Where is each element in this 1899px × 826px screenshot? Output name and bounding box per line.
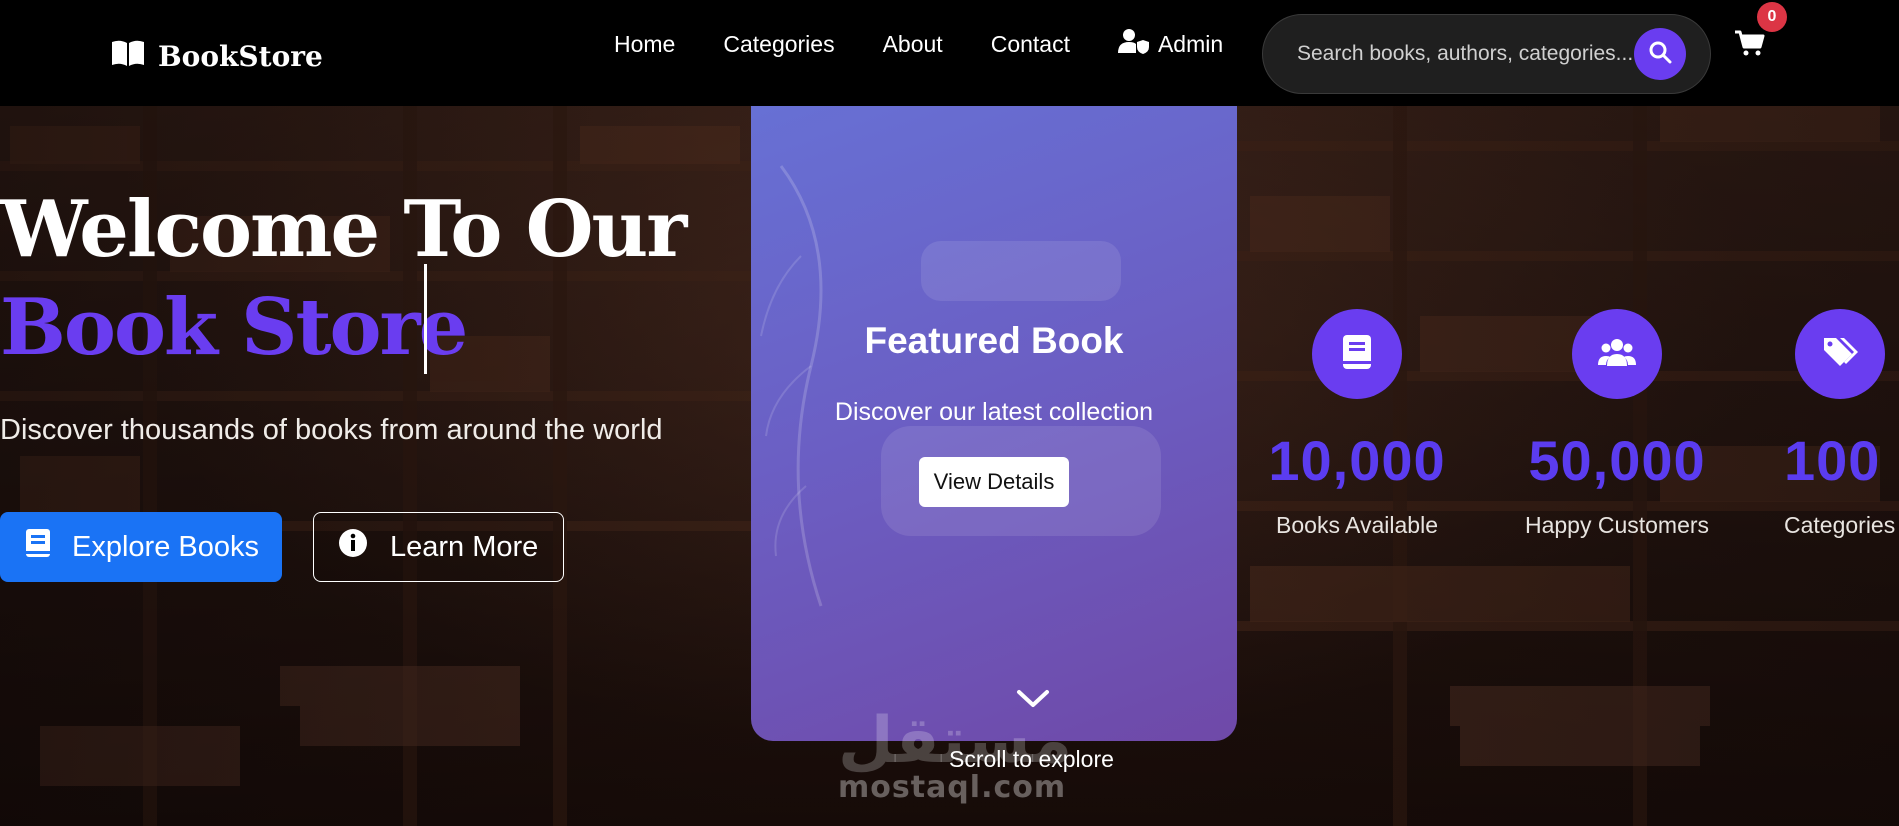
stat-books-label: Books Available [1276,512,1438,538]
nav-admin[interactable]: Admin [1117,28,1224,60]
learn-more-label: Learn More [390,530,539,563]
admin-label: Admin [1157,30,1224,57]
stat-categories-value: 100 [1784,429,1881,492]
scroll-to-explore: Scroll to explore [949,746,1114,772]
stat-customers-value: 50,000 [1528,429,1706,492]
typing-cursor [424,264,427,374]
info-circle-icon [338,528,368,566]
book-icon [24,527,52,567]
hero-title-highlight: Book Store [0,282,468,373]
stat-categories-label: Categories [1784,512,1896,538]
open-book-icon [110,38,146,75]
nav-home[interactable]: Home [614,31,675,58]
hero-title: Welcome To Our [0,184,687,275]
user-shield-icon [1117,28,1150,60]
stat-categories-icon-wrap [1795,309,1885,399]
learn-more-button[interactable]: Learn More [313,512,564,582]
nav-links: Home Categories About Contact Admin [614,28,1223,60]
brand-logo[interactable]: BookStore [110,38,323,75]
book-icon [1337,332,1377,377]
stat-customers-label: Happy Customers [1524,512,1710,538]
explore-books-button[interactable]: Explore Books [0,512,282,582]
stat-customers-icon-wrap [1572,309,1662,399]
explore-books-label: Explore Books [72,530,259,563]
tags-icon [1820,332,1860,377]
search-bar [1262,14,1711,94]
nav-categories[interactable]: Categories [723,31,834,58]
brand-name: BookStore [158,40,323,73]
cart-button[interactable]: 0 [1735,2,1787,60]
stat-books-value: 10,000 [1268,429,1446,492]
featured-book-card: Featured Book Discover our latest collec… [751,106,1237,741]
navbar: BookStore Home Categories About Contact … [0,0,1899,106]
search-input[interactable] [1297,42,1634,66]
watermark-latin: mostaql.com [838,770,1067,805]
stat-books-icon-wrap [1312,309,1402,399]
search-button[interactable] [1634,28,1686,80]
featured-title: Featured Book [864,320,1124,361]
view-details-button[interactable]: View Details [919,457,1069,507]
cart-count-badge: 0 [1757,2,1787,32]
users-icon [1597,332,1637,377]
featured-subtitle: Discover our latest collection [834,398,1154,426]
nav-about[interactable]: About [883,31,943,58]
search-icon [1648,40,1672,69]
shopping-cart-icon [1735,30,1765,60]
hero-subtitle: Discover thousands of books from around … [0,414,663,446]
nav-contact[interactable]: Contact [991,31,1070,58]
